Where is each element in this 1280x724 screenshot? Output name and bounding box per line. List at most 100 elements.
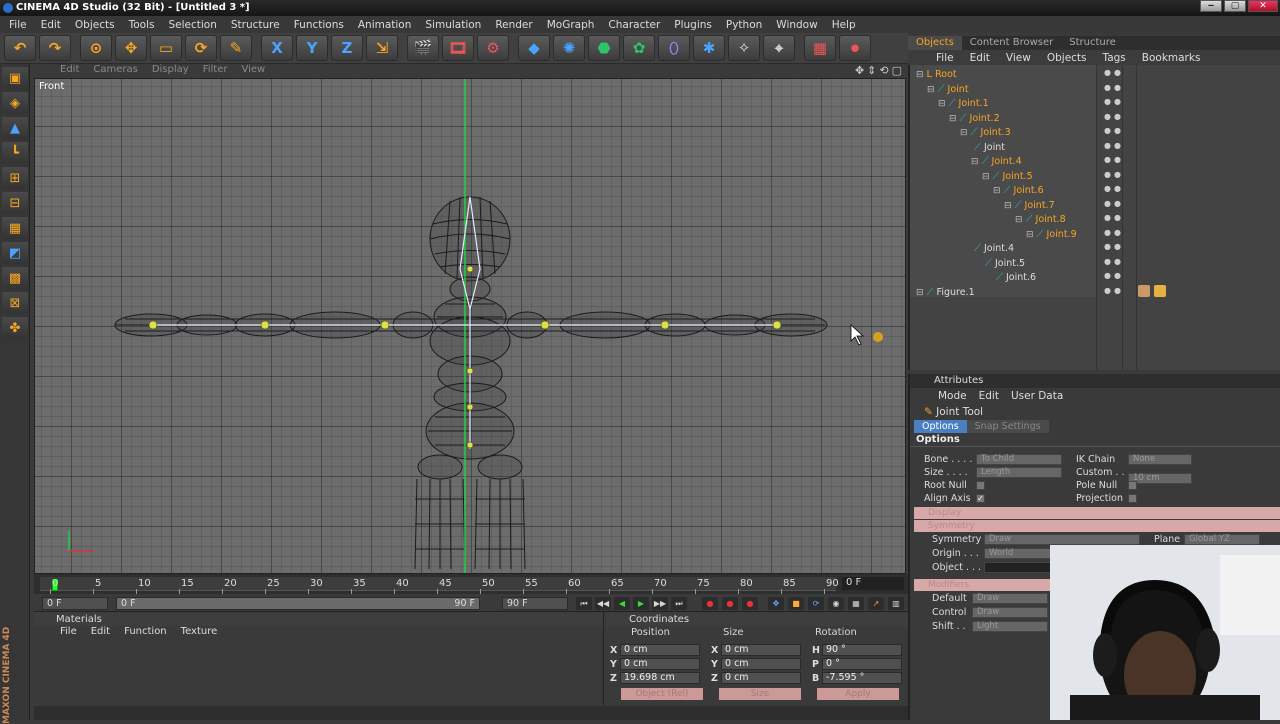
scene-icon[interactable]: ✱ <box>693 35 725 61</box>
record-icon[interactable]: ⏺ <box>839 35 871 61</box>
play-backward-icon[interactable]: ◀ <box>614 597 630 610</box>
range-slider[interactable]: 0 F 90 F <box>116 597 480 610</box>
tree-item[interactable]: ⊟ ⟋ Joint.3 <box>960 126 1011 140</box>
object-menu-bookmarks[interactable]: Bookmarks <box>1142 52 1201 64</box>
visibility-dots[interactable]: ●● <box>1104 242 1124 251</box>
phong-tag-icon[interactable] <box>1154 285 1166 297</box>
z-axis-icon[interactable]: Z <box>331 35 363 61</box>
viewport-menu-filter[interactable]: Filter <box>203 64 228 78</box>
materials-menu-file[interactable]: File <box>60 626 77 640</box>
shift-dropdown[interactable]: Light <box>972 621 1048 632</box>
play-forward-icon[interactable]: ▶ <box>633 597 649 610</box>
tree-item[interactable]: ⊟ ⟋ Figure.1 <box>916 286 975 300</box>
max-frame-field[interactable]: 90 F <box>502 597 568 610</box>
viewport-menu-view[interactable]: View <box>241 64 265 78</box>
size-field[interactable]: 0 cm <box>721 658 801 670</box>
position-key-icon[interactable]: ✥ <box>768 597 784 610</box>
viewport-front[interactable]: Front <box>34 78 906 574</box>
attributes-menu-edit[interactable]: Edit <box>979 388 999 404</box>
previous-key-icon[interactable]: ◀◀ <box>595 597 611 610</box>
redo-icon[interactable]: ↷ <box>39 35 71 61</box>
default-dropdown[interactable]: Draw <box>972 593 1048 604</box>
workplane-icon[interactable]: ◩ <box>2 242 28 264</box>
timeline-settings-icon[interactable]: ▥ <box>888 597 904 610</box>
minimize-button[interactable]: ‒ <box>1200 0 1222 12</box>
polygons-mode-icon[interactable]: ▦ <box>2 217 28 239</box>
parameter-key-icon[interactable]: ◉ <box>828 597 844 610</box>
render-picture-viewer-icon[interactable]: 🎞 <box>442 35 474 61</box>
display-group[interactable]: Display <box>914 507 1280 519</box>
visibility-dots[interactable]: ●● <box>1104 126 1124 135</box>
materials-menu-edit[interactable]: Edit <box>91 626 110 640</box>
object-menu-file[interactable]: File <box>936 52 954 64</box>
expand-icon[interactable]: ⊟ <box>993 184 1001 198</box>
object-menu-tags[interactable]: Tags <box>1103 52 1126 64</box>
menu-plugins[interactable]: Plugins <box>667 19 719 31</box>
align-axis-checkbox[interactable]: ✓ <box>976 494 985 503</box>
bone-dropdown[interactable]: To Child <box>976 454 1062 465</box>
expand-icon[interactable]: ⊟ <box>938 97 946 111</box>
tag-icon[interactable]: ▦ <box>804 35 836 61</box>
timeline[interactable]: 0 5 10 15 20 25 30 35 40 45 50 55 60 65 70 75 80 85 90 0 F <box>34 574 908 594</box>
tree-item[interactable]: ⊟ ⟋ Joint.2 <box>949 112 1000 126</box>
visibility-dots[interactable]: ●● <box>1104 170 1124 179</box>
visibility-dots[interactable]: ●● <box>1104 271 1124 280</box>
light-icon[interactable]: ✧ <box>728 35 760 61</box>
next-key-icon[interactable]: ▶▶ <box>652 597 668 610</box>
projection-checkbox[interactable] <box>1128 494 1137 503</box>
symmetry-dropdown[interactable]: Draw <box>984 534 1140 545</box>
viewport-menu-display[interactable]: Display <box>152 64 189 78</box>
attributes-menu-user-data[interactable]: User Data <box>1011 388 1063 404</box>
plane-dropdown[interactable]: Global YZ <box>1184 534 1260 545</box>
deformer-icon[interactable]: ⬯ <box>658 35 690 61</box>
tree-item[interactable]: ⟋ Joint <box>971 141 1005 155</box>
expand-icon[interactable]: ⊟ <box>982 170 990 184</box>
keyframe-selection-icon[interactable]: ● <box>742 597 758 610</box>
undo-icon[interactable]: ↶ <box>4 35 36 61</box>
menu-character[interactable]: Character <box>601 19 667 31</box>
expand-icon[interactable]: ⊟ <box>960 126 968 140</box>
object-mode-icon[interactable]: ◈ <box>2 92 28 114</box>
render-view-icon[interactable]: 🎬 <box>407 35 439 61</box>
snap-icon[interactable]: ▩ <box>2 267 28 289</box>
visibility-dots[interactable]: ●● <box>1104 83 1124 92</box>
visibility-dots[interactable]: ●● <box>1104 68 1124 77</box>
tab-snap-settings[interactable]: Snap Settings <box>966 420 1049 433</box>
coordinate-mode-dropdown[interactable]: Object (Rel) <box>621 688 703 700</box>
tree-item[interactable]: ⟋ Joint.4 <box>971 242 1014 256</box>
expand-icon[interactable]: ⊟ <box>916 68 924 82</box>
size-field[interactable]: 0 cm <box>721 672 801 684</box>
interpolation-icon[interactable]: ↗ <box>868 597 884 610</box>
zoom-icon[interactable]: ⇕ <box>867 64 876 77</box>
menu-window[interactable]: Window <box>769 19 824 31</box>
object-link-field[interactable] <box>984 562 1060 573</box>
symmetry-group[interactable]: Symmetry <box>914 520 1280 532</box>
expand-icon[interactable]: ⊟ <box>971 155 979 169</box>
maximize-button[interactable]: ▢ <box>1224 0 1246 12</box>
menu-functions[interactable]: Functions <box>287 19 351 31</box>
menu-animation[interactable]: Animation <box>351 19 419 31</box>
live-selection-icon[interactable]: ⊙ <box>80 35 112 61</box>
menu-objects[interactable]: Objects <box>68 19 122 31</box>
menu-mograph[interactable]: MoGraph <box>540 19 602 31</box>
size-dropdown[interactable]: Length <box>976 467 1062 478</box>
texture-tag-icon[interactable] <box>1138 285 1150 297</box>
tree-item[interactable]: ⊟ ⟋ Joint.6 <box>993 184 1044 198</box>
switch-view-icon[interactable]: ▢ <box>892 64 902 77</box>
visibility-dots[interactable]: ●● <box>1104 228 1124 237</box>
tree-item[interactable]: ⊟ ⟋ Joint.5 <box>982 170 1033 184</box>
start-frame-field[interactable]: 0 F <box>42 597 108 610</box>
expand-icon[interactable]: ⊟ <box>1004 199 1012 213</box>
materials-menu-texture[interactable]: Texture <box>181 626 218 640</box>
expand-icon[interactable]: ⊟ <box>916 286 924 300</box>
rotation-field[interactable]: 0 ° <box>822 658 902 670</box>
custom-field[interactable]: 10 cm <box>1128 472 1192 484</box>
tree-item[interactable]: ⟋ Joint.5 <box>982 257 1025 271</box>
nurbs-icon[interactable]: ⬣ <box>588 35 620 61</box>
menu-tools[interactable]: Tools <box>122 19 162 31</box>
tree-item[interactable]: ⊟ ⟋ Joint <box>927 83 969 97</box>
move-icon[interactable]: ✥ <box>115 35 147 61</box>
record-key-icon[interactable]: ● <box>702 597 718 610</box>
axis-mode-icon[interactable]: ┗ <box>2 142 28 164</box>
points-mode-icon[interactable]: ⊞ <box>2 167 28 189</box>
